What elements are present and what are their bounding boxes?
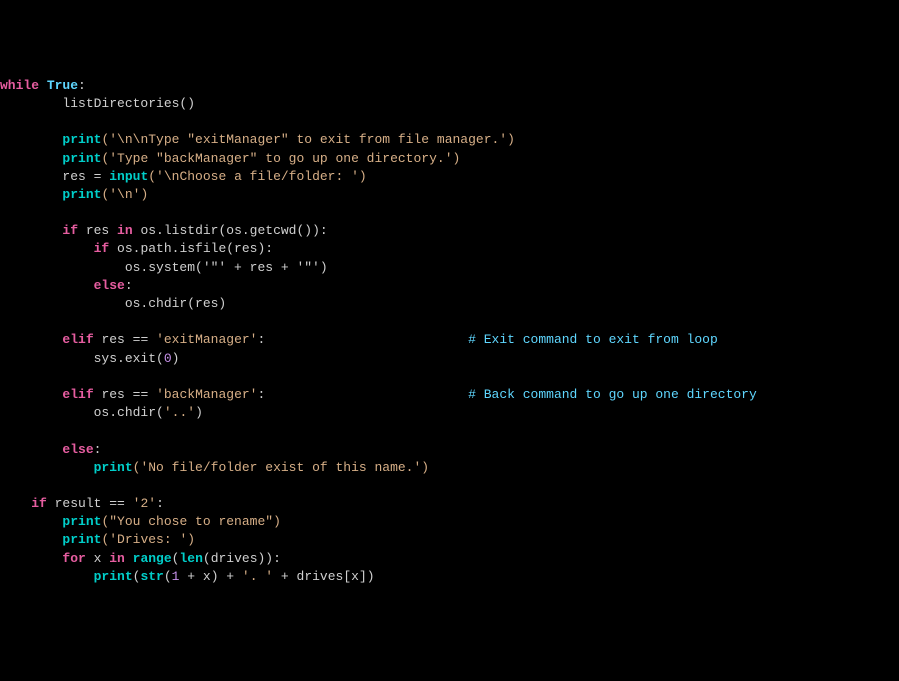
code-line: if result == '2': [0, 496, 164, 511]
code-line: while True: [0, 78, 86, 93]
keyword-else: else [62, 442, 93, 457]
code-line: sys.exit(0) [0, 351, 179, 366]
code-line: print("You chose to rename") [0, 514, 281, 529]
fn-print: print [94, 569, 133, 584]
keyword-else: else [94, 278, 125, 293]
code-line: elif res == 'exitManager': # Exit comman… [0, 332, 718, 347]
fn-print: print [62, 187, 101, 202]
code-line: listDirectories() [0, 96, 195, 111]
code-line: else: [0, 278, 133, 293]
code-line: os.chdir('..') [0, 405, 203, 420]
fn-print: print [62, 132, 101, 147]
fn-print: print [62, 514, 101, 529]
code-line: print('Type "backManager" to go up one d… [0, 151, 460, 166]
keyword-in: in [109, 551, 125, 566]
keyword-for: for [62, 551, 85, 566]
code-line: print('\n\nType "exitManager" to exit fr… [0, 132, 515, 147]
code-line: print(str(1 + x) + '. ' + drives[x]) [0, 569, 375, 584]
keyword-elif: elif [62, 332, 93, 347]
keyword-elif: elif [62, 387, 93, 402]
fn-len: len [179, 551, 202, 566]
fn-print: print [62, 151, 101, 166]
code-line: res = input('\nChoose a file/folder: ') [0, 169, 367, 184]
code-line: else: [0, 442, 101, 457]
code-line: elif res == 'backManager': # Back comman… [0, 387, 757, 402]
fn-range: range [133, 551, 172, 566]
code-editor[interactable]: while True: listDirectories() print('\n\… [0, 77, 899, 586]
code-line: for x in range(len(drives)): [0, 551, 281, 566]
keyword-in: in [117, 223, 133, 238]
comment: # Back command to go up one directory [468, 387, 757, 402]
comment: # Exit command to exit from loop [468, 332, 718, 347]
fn-print: print [62, 532, 101, 547]
fn-input: input [109, 169, 148, 184]
code-line: os.system('"' + res + '"') [0, 260, 328, 275]
code-line: if os.path.isfile(res): [0, 241, 273, 256]
keyword-if: if [94, 241, 110, 256]
keyword-while: while [0, 78, 39, 93]
keyword-if: if [62, 223, 78, 238]
fn-print: print [94, 460, 133, 475]
bool-true: True [47, 78, 78, 93]
code-line: os.chdir(res) [0, 296, 226, 311]
code-line: print('\n') [0, 187, 148, 202]
code-line: if res in os.listdir(os.getcwd()): [0, 223, 328, 238]
code-line: print('Drives: ') [0, 532, 195, 547]
keyword-if: if [31, 496, 47, 511]
fn-str: str [140, 569, 163, 584]
code-line: print('No file/folder exist of this name… [0, 460, 429, 475]
